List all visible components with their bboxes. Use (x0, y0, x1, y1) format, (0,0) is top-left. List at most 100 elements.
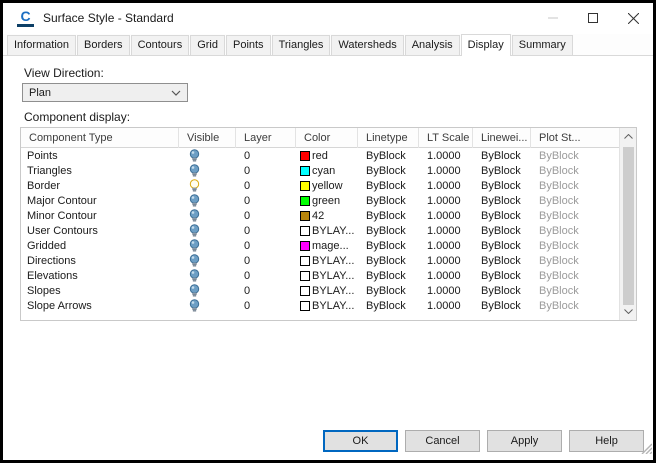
lt-scale-cell[interactable]: 1.0000 (419, 285, 473, 297)
cancel-button[interactable]: Cancel (405, 430, 480, 452)
lineweight-cell[interactable]: ByBlock (473, 225, 531, 237)
layer-cell[interactable]: 0 (236, 210, 296, 222)
table-row[interactable]: Border 0 yellow ByBlock 1.0000 ByBlock ByBlock (21, 178, 619, 193)
table-row[interactable]: Gridded 0 mage... ByBlock 1.0000 ByBlock ByBlo… (21, 238, 619, 253)
color-cell[interactable]: 42 (296, 210, 358, 222)
lt-scale-cell[interactable]: 1.0000 (419, 180, 473, 192)
layer-cell[interactable]: 0 (236, 270, 296, 282)
linetype-cell[interactable]: ByBlock (358, 285, 419, 297)
table-row[interactable]: Minor Contour 0 42 ByBlock 1.0000 ByBlock ByBl… (21, 208, 619, 223)
tab-borders[interactable]: Borders (77, 35, 130, 55)
visible-bulb-cell[interactable] (179, 283, 236, 298)
lt-scale-cell[interactable]: 1.0000 (419, 165, 473, 177)
linetype-cell[interactable]: ByBlock (358, 150, 419, 162)
tab-points[interactable]: Points (225, 35, 271, 55)
table-row[interactable]: Points 0 red ByBlock 1.0000 ByBlock ByBlock (21, 148, 619, 163)
color-cell[interactable]: mage... (296, 240, 358, 252)
lineweight-cell[interactable]: ByBlock (473, 150, 531, 162)
lt-scale-cell[interactable]: 1.0000 (419, 270, 473, 282)
layer-cell[interactable]: 0 (236, 195, 296, 207)
table-row[interactable]: Slopes 0 BYLAY... ByBlock 1.0000 ByBlock ByBlo… (21, 283, 619, 298)
tab-grid[interactable]: Grid (190, 35, 225, 55)
color-cell[interactable]: BYLAY... (296, 270, 358, 282)
layer-cell[interactable]: 0 (236, 165, 296, 177)
tab-analysis[interactable]: Analysis (404, 35, 460, 55)
lineweight-cell[interactable]: ByBlock (473, 240, 531, 252)
layer-cell[interactable]: 0 (236, 225, 296, 237)
layer-cell[interactable]: 0 (236, 255, 296, 267)
visible-bulb-cell[interactable] (179, 178, 236, 193)
visible-bulb-cell[interactable] (179, 208, 236, 223)
resize-grip-icon[interactable] (639, 441, 653, 459)
color-cell[interactable]: yellow (296, 180, 358, 192)
color-cell[interactable]: cyan (296, 165, 358, 177)
lineweight-cell[interactable]: ByBlock (473, 270, 531, 282)
linetype-cell[interactable]: ByBlock (358, 240, 419, 252)
table-row[interactable]: Major Contour 0 green ByBlock 1.0000 ByBlock B… (21, 193, 619, 208)
lineweight-cell[interactable]: ByBlock (473, 285, 531, 297)
table-row[interactable]: Triangles 0 cyan ByBlock 1.0000 ByBlock ByBloc… (21, 163, 619, 178)
visible-bulb-cell[interactable] (179, 298, 236, 313)
linetype-cell[interactable]: ByBlock (358, 255, 419, 267)
table-row[interactable]: Elevations 0 BYLAY... ByBlock 1.0000 ByBlock B… (21, 268, 619, 283)
visible-bulb-cell[interactable] (179, 238, 236, 253)
linetype-cell[interactable]: ByBlock (358, 180, 419, 192)
maximize-button[interactable] (573, 3, 613, 33)
linetype-cell[interactable]: ByBlock (358, 210, 419, 222)
layer-cell[interactable]: 0 (236, 180, 296, 192)
lineweight-cell[interactable]: ByBlock (473, 165, 531, 177)
minimize-icon (548, 13, 558, 23)
color-cell[interactable]: BYLAY... (296, 285, 358, 297)
layer-cell[interactable]: 0 (236, 240, 296, 252)
lineweight-cell[interactable]: ByBlock (473, 195, 531, 207)
table-row[interactable]: Directions 0 BYLAY... ByBlock 1.0000 ByBlock B… (21, 253, 619, 268)
linetype-cell[interactable]: ByBlock (358, 195, 419, 207)
color-cell[interactable]: BYLAY... (296, 225, 358, 237)
lt-scale-cell[interactable]: 1.0000 (419, 150, 473, 162)
table-row[interactable]: User Contours 0 BYLAY... ByBlock 1.0000 ByBlo… (21, 223, 619, 238)
lineweight-cell[interactable]: ByBlock (473, 300, 531, 312)
tab-information[interactable]: Information (7, 35, 77, 55)
color-cell[interactable]: BYLAY... (296, 255, 358, 267)
linetype-cell[interactable]: ByBlock (358, 165, 419, 177)
lt-scale-cell[interactable]: 1.0000 (419, 225, 473, 237)
lt-scale-cell[interactable]: 1.0000 (419, 210, 473, 222)
lt-scale-cell[interactable]: 1.0000 (419, 300, 473, 312)
apply-button[interactable]: Apply (487, 430, 562, 452)
view-direction-dropdown[interactable]: Plan (22, 83, 188, 102)
lineweight-cell[interactable]: ByBlock (473, 210, 531, 222)
visible-bulb-cell[interactable] (179, 268, 236, 283)
lineweight-cell[interactable]: ByBlock (473, 255, 531, 267)
lt-scale-cell[interactable]: 1.0000 (419, 255, 473, 267)
close-button[interactable] (613, 3, 653, 33)
tab-watersheds[interactable]: Watersheds (331, 35, 404, 55)
vertical-scrollbar[interactable] (619, 128, 636, 320)
color-cell[interactable]: green (296, 195, 358, 207)
tab-contours[interactable]: Contours (130, 35, 190, 55)
scroll-up-icon[interactable] (620, 128, 637, 145)
tab-display[interactable]: Display (460, 34, 511, 56)
linetype-cell[interactable]: ByBlock (358, 270, 419, 282)
help-button[interactable]: Help (569, 430, 644, 452)
lineweight-cell[interactable]: ByBlock (473, 180, 531, 192)
layer-cell[interactable]: 0 (236, 285, 296, 297)
linetype-cell[interactable]: ByBlock (358, 300, 419, 312)
visible-bulb-cell[interactable] (179, 253, 236, 268)
lt-scale-cell[interactable]: 1.0000 (419, 195, 473, 207)
visible-bulb-cell[interactable] (179, 148, 236, 163)
tab-triangles[interactable]: Triangles (271, 35, 331, 55)
layer-cell[interactable]: 0 (236, 300, 296, 312)
layer-cell[interactable]: 0 (236, 150, 296, 162)
table-row[interactable]: Slope Arrows 0 BYLAY... ByBlock 1.0000 ByBloc… (21, 298, 619, 313)
visible-bulb-cell[interactable] (179, 193, 236, 208)
visible-bulb-cell[interactable] (179, 163, 236, 178)
lt-scale-cell[interactable]: 1.0000 (419, 240, 473, 252)
linetype-cell[interactable]: ByBlock (358, 225, 419, 237)
color-cell[interactable]: red (296, 150, 358, 162)
tab-summary[interactable]: Summary (511, 35, 573, 55)
scrollbar-thumb[interactable] (622, 147, 634, 305)
visible-bulb-cell[interactable] (179, 223, 236, 238)
color-cell[interactable]: BYLAY... (296, 300, 358, 312)
scroll-down-icon[interactable] (620, 303, 637, 320)
ok-button[interactable]: OK (323, 430, 398, 452)
